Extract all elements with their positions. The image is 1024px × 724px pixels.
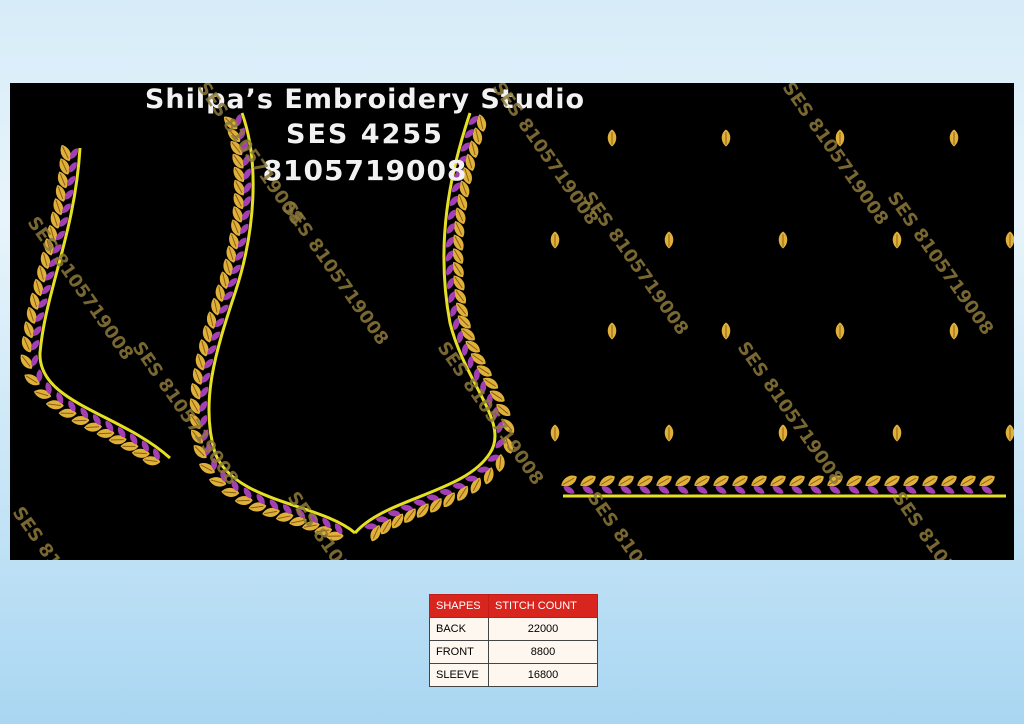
butta-motif (664, 423, 674, 443)
count-cell: 16800 (488, 663, 598, 687)
butta-motif (721, 128, 731, 148)
design-preview-panel: Shilpa’s Embroidery Studio SES 4255 8105… (10, 83, 1014, 560)
butta-motif (607, 321, 617, 341)
butta-motif (892, 230, 902, 250)
butta-motif (1005, 423, 1014, 443)
butta-motif (664, 230, 674, 250)
shape-cell: BACK (429, 617, 489, 641)
butta-motif (949, 128, 959, 148)
shape-cell: FRONT (429, 640, 489, 664)
shape-cell: SLEEVE (429, 663, 489, 687)
butta-motif (892, 423, 902, 443)
table-header-row: SHAPES STITCH COUNT (429, 594, 598, 618)
phone-number: 8105719008 (262, 154, 468, 187)
stitch-count-table: SHAPES STITCH COUNT BACK 22000 FRONT 880… (429, 594, 598, 687)
table-row: BACK 22000 (429, 617, 598, 641)
butta-motif (550, 423, 560, 443)
butta-motif (1005, 230, 1014, 250)
table-row: SLEEVE 16800 (429, 663, 598, 687)
butta-motif (778, 230, 788, 250)
butta-motif (550, 230, 560, 250)
count-cell: 8800 (488, 640, 598, 664)
butta-motif (949, 321, 959, 341)
column-header-shapes: SHAPES (429, 594, 489, 618)
column-header-stitch-count: STITCH COUNT (488, 594, 598, 618)
count-cell: 22000 (488, 617, 598, 641)
butta-motif (607, 128, 617, 148)
butta-motif (721, 321, 731, 341)
butta-motif (835, 321, 845, 341)
table-row: FRONT 8800 (429, 640, 598, 664)
